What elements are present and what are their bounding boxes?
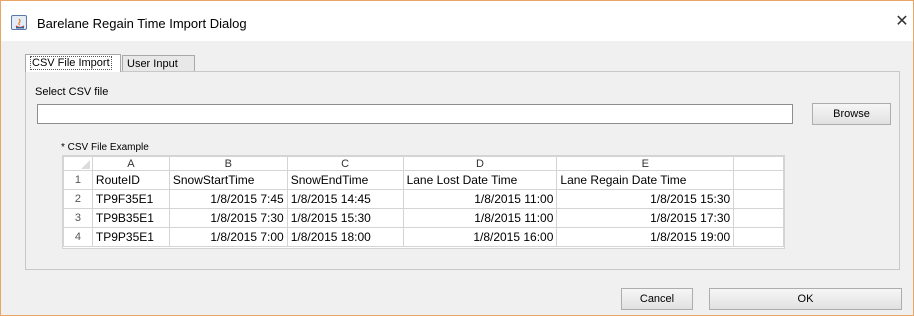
ok-button[interactable]: OK [709, 288, 902, 310]
column-letter: D [402, 156, 558, 171]
column-letter: B [168, 156, 288, 171]
row-number: 2 [63, 189, 93, 209]
cell: 1/8/2015 7:00 [168, 227, 288, 247]
cell: 1/8/2015 15:30 [286, 208, 404, 228]
select-csv-label: Select CSV file [35, 86, 109, 98]
column-letter: C [286, 156, 404, 171]
cell: 1/8/2015 11:00 [402, 189, 558, 209]
empty-cell [733, 189, 784, 209]
cancel-button[interactable]: Cancel [621, 288, 693, 310]
csv-example-spreadsheet: A B C D E 1 RouteID SnowStartTime SnowEn… [62, 155, 785, 249]
table-row: 2 TP9F35E1 1/8/2015 7:45 1/8/2015 14:45 … [63, 189, 784, 209]
cell: TP9F35E1 [91, 189, 170, 209]
cell: 1/8/2015 17:30 [556, 208, 735, 228]
spreadsheet-grid: A B C D E 1 RouteID SnowStartTime SnowEn… [63, 156, 784, 247]
cell: 1/8/2015 18:00 [286, 227, 404, 247]
row-number: 4 [63, 227, 93, 247]
csv-import-panel: Select CSV file Browse * CSV File Exampl… [25, 71, 900, 270]
java-app-icon [11, 15, 27, 30]
csv-example-label: * CSV File Example [61, 142, 149, 153]
header-cell: SnowEndTime [286, 170, 404, 190]
empty-cell [733, 208, 784, 228]
cell: TP9P35E1 [91, 227, 170, 247]
cell: 1/8/2015 16:00 [402, 227, 558, 247]
cell: 1/8/2015 19:00 [556, 227, 735, 247]
csv-file-path-input[interactable] [37, 104, 793, 124]
column-letter: A [91, 156, 170, 171]
row-number: 1 [63, 170, 93, 190]
dialog-content: CSV File Import User Input Select CSV fi… [1, 41, 913, 315]
corner-cell [63, 156, 93, 171]
close-icon[interactable]: ✕ [894, 12, 910, 30]
tab-label: User Input [127, 58, 178, 70]
empty-cell [733, 156, 784, 171]
table-row: 4 TP9P35E1 1/8/2015 7:00 1/8/2015 18:00 … [63, 227, 784, 247]
cell: 1/8/2015 11:00 [402, 208, 558, 228]
header-cell: Lane Regain Date Time [556, 170, 735, 190]
cell: 1/8/2015 15:30 [556, 189, 735, 209]
empty-cell [733, 170, 784, 190]
browse-button[interactable]: Browse [812, 103, 891, 125]
header-cell: RouteID [91, 170, 170, 190]
cell: 1/8/2015 14:45 [286, 189, 404, 209]
column-letter-row: A B C D E [63, 156, 784, 171]
table-row: 3 TP9B35E1 1/8/2015 7:30 1/8/2015 15:30 … [63, 208, 784, 228]
row-number: 3 [63, 208, 93, 228]
window-title: Barelane Regain Time Import Dialog [37, 16, 247, 31]
column-letter: E [556, 156, 735, 171]
title-bar[interactable]: Barelane Regain Time Import Dialog ✕ [1, 1, 913, 41]
empty-cell [733, 227, 784, 247]
tab-label: CSV File Import [30, 56, 112, 70]
tab-user-input[interactable]: User Input [122, 55, 195, 71]
cell: TP9B35E1 [91, 208, 170, 228]
dialog-window: Barelane Regain Time Import Dialog ✕ CSV… [0, 0, 914, 316]
header-cell: Lane Lost Date Time [402, 170, 558, 190]
cell: 1/8/2015 7:45 [168, 189, 288, 209]
cell: 1/8/2015 7:30 [168, 208, 288, 228]
tab-csv-file-import[interactable]: CSV File Import [25, 54, 121, 72]
table-row: 1 RouteID SnowStartTime SnowEndTime Lane… [63, 170, 784, 190]
header-cell: SnowStartTime [168, 170, 288, 190]
